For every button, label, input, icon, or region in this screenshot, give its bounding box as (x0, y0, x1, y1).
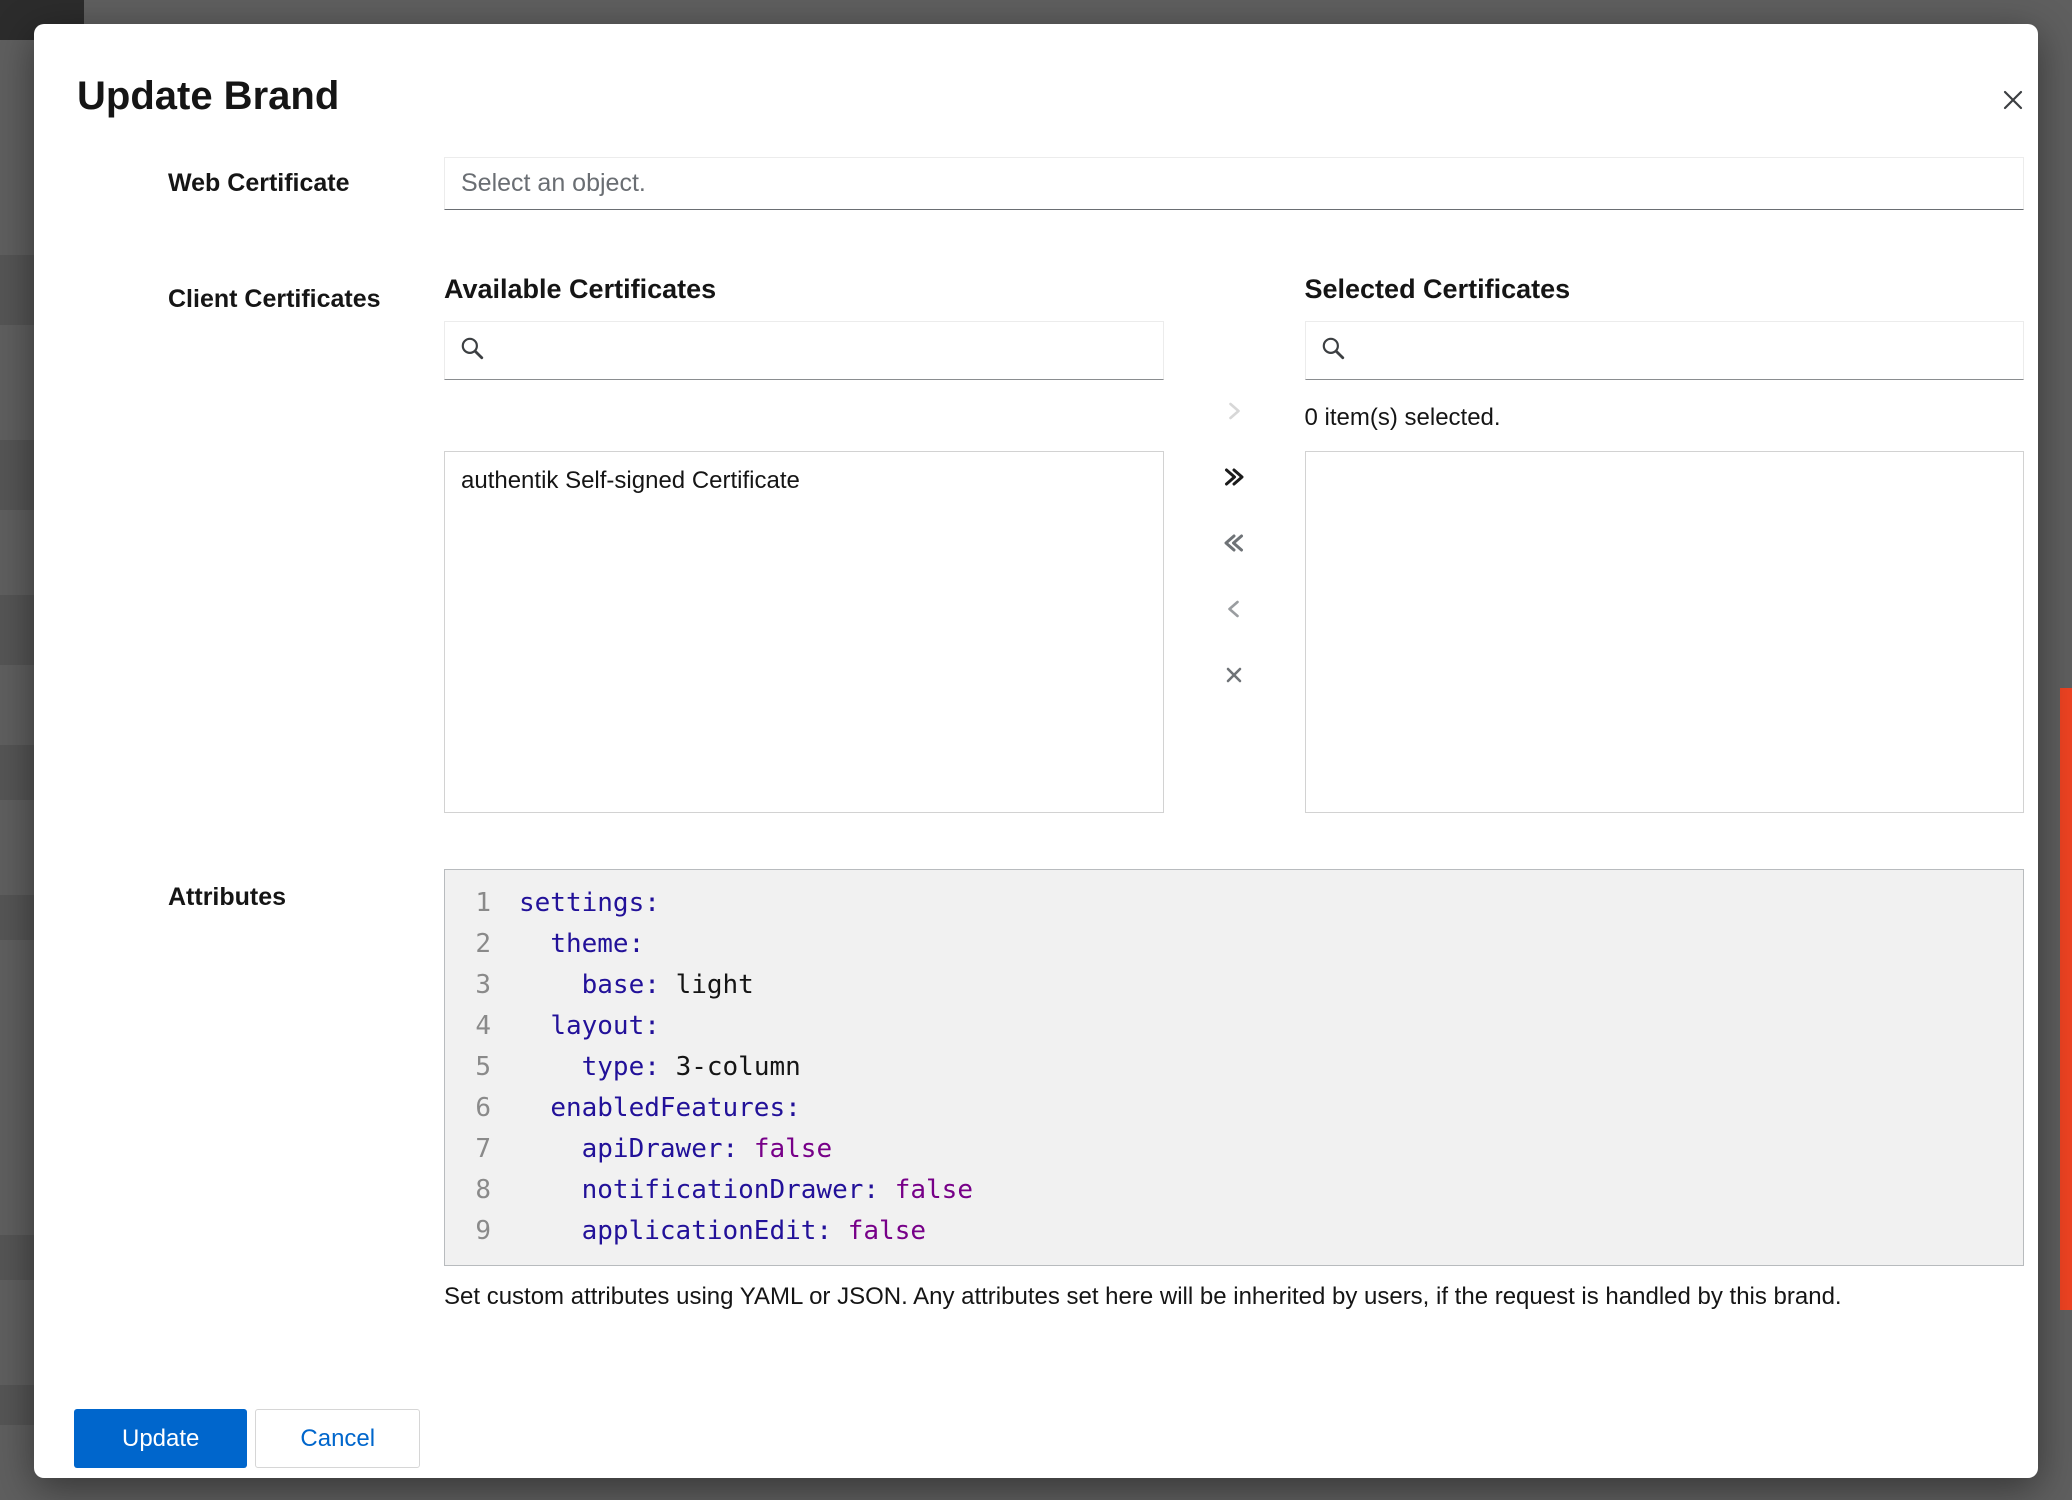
attributes-code-editor[interactable]: 1settings:2 theme:3 base: light4 layout:… (444, 869, 2024, 1266)
attributes-label: Attributes (168, 869, 444, 1312)
code-text: applicationEdit: false (507, 1211, 926, 1252)
remove-all-button[interactable] (1220, 529, 1248, 557)
backdrop-fragment (0, 1235, 34, 1280)
code-line: 1settings: (445, 883, 2023, 924)
background-accent-strip (2060, 688, 2072, 1310)
selected-certificates-heading: Selected Certificates (1305, 273, 2025, 305)
backdrop-fragment (0, 745, 34, 800)
code-text: layout: (507, 1006, 660, 1047)
code-line: 4 layout: (445, 1006, 2023, 1047)
line-number: 2 (445, 924, 507, 965)
dual-list-controls (1164, 273, 1305, 813)
dual-list-selector: Available Certificates authentik Self-si… (444, 273, 2024, 813)
line-number: 7 (445, 1129, 507, 1170)
page-backdrop: Update Brand Web Certificate Client Cert… (0, 0, 2072, 1500)
double-chevron-left-icon (1220, 529, 1248, 557)
backdrop-fragment (0, 895, 34, 940)
web-certificate-select[interactable] (444, 157, 2024, 210)
attributes-help-text: Set custom attributes using YAML or JSON… (444, 1282, 2024, 1312)
remove-selected-button[interactable] (1220, 595, 1248, 623)
available-pane: Available Certificates authentik Self-si… (444, 273, 1164, 813)
times-icon (1220, 661, 1248, 689)
modal-footer: Update Cancel (34, 1409, 2038, 1468)
selected-list[interactable] (1305, 451, 2025, 813)
web-certificate-input[interactable] (447, 169, 2021, 198)
double-chevron-right-icon (1220, 463, 1248, 491)
client-certificates-label: Client Certificates (168, 273, 444, 813)
chevron-right-icon (1220, 397, 1248, 425)
code-line: 8 notificationDrawer: false (445, 1170, 2023, 1211)
web-certificate-label: Web Certificate (168, 169, 444, 198)
backdrop-fragment (0, 440, 34, 510)
code-line: 7 apiDrawer: false (445, 1129, 2023, 1170)
code-line: 5 type: 3-column (445, 1047, 2023, 1088)
attributes-row: Attributes 1settings:2 theme:3 base: lig… (34, 869, 2038, 1312)
selected-pane: Selected Certificates 0 item(s) selected… (1305, 273, 2025, 813)
line-number: 9 (445, 1211, 507, 1252)
clear-button[interactable] (1220, 661, 1248, 689)
line-number: 6 (445, 1088, 507, 1129)
line-number: 1 (445, 883, 507, 924)
code-text: enabledFeatures: (507, 1088, 801, 1129)
line-number: 3 (445, 965, 507, 1006)
available-certificates-heading: Available Certificates (444, 273, 1164, 305)
update-button[interactable]: Update (74, 1409, 247, 1468)
line-number: 4 (445, 1006, 507, 1047)
search-icon (459, 335, 485, 366)
attributes-editor-lines: 1settings:2 theme:3 base: light4 layout:… (445, 883, 2023, 1252)
selected-status: 0 item(s) selected. (1305, 404, 2025, 451)
attributes-field: 1settings:2 theme:3 base: light4 layout:… (444, 869, 2024, 1312)
available-search (444, 321, 1164, 380)
search-icon (1320, 335, 1346, 366)
code-text: notificationDrawer: false (507, 1170, 973, 1211)
cancel-button[interactable]: Cancel (255, 1409, 420, 1468)
close-button[interactable] (1998, 86, 2028, 116)
web-certificate-row: Web Certificate (34, 157, 2038, 210)
modal-title: Update Brand (77, 70, 1990, 122)
add-all-button[interactable] (1220, 463, 1248, 491)
available-search-input[interactable] (497, 335, 1149, 366)
chevron-left-icon (1220, 595, 1248, 623)
client-certificates-row: Client Certificates Available Certificat… (34, 273, 2038, 813)
code-text: base: light (507, 965, 754, 1006)
add-selected-button[interactable] (1220, 397, 1248, 425)
backdrop-fragment (0, 255, 34, 325)
code-text: settings: (507, 883, 660, 924)
backdrop-fragment (0, 1385, 34, 1425)
available-list[interactable]: authentik Self-signed Certificate (444, 451, 1164, 813)
code-text: apiDrawer: false (507, 1129, 832, 1170)
list-item[interactable]: authentik Self-signed Certificate (445, 452, 1163, 510)
line-number: 5 (445, 1047, 507, 1088)
code-line: 2 theme: (445, 924, 2023, 965)
code-line: 3 base: light (445, 965, 2023, 1006)
backdrop-fragment (0, 595, 34, 665)
modal-header: Update Brand (34, 24, 2038, 122)
update-brand-modal: Update Brand Web Certificate Client Cert… (34, 24, 2038, 1478)
line-number: 8 (445, 1170, 507, 1211)
selected-search-input[interactable] (1358, 335, 2010, 366)
close-icon (1999, 86, 2027, 117)
code-line: 9 applicationEdit: false (445, 1211, 2023, 1252)
code-line: 6 enabledFeatures: (445, 1088, 2023, 1129)
selected-search (1305, 321, 2025, 380)
code-text: theme: (507, 924, 644, 965)
code-text: type: 3-column (507, 1047, 801, 1088)
